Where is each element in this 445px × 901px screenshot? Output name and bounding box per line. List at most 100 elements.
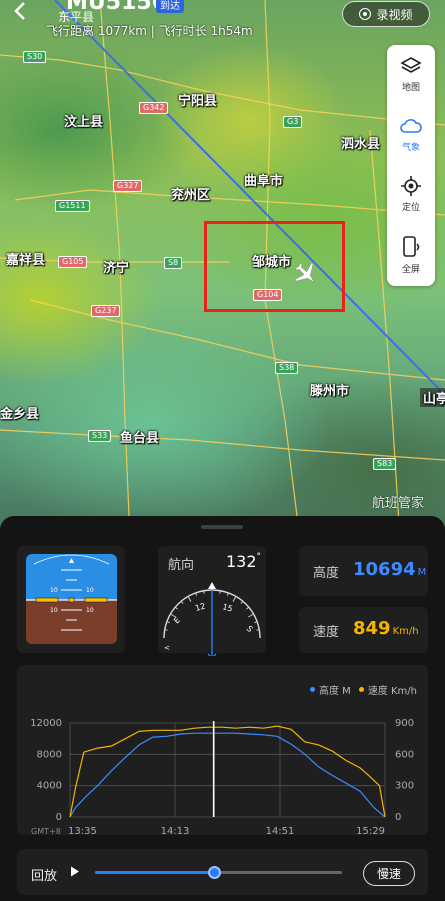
record-video-button[interactable]: 录视频 bbox=[342, 1, 430, 27]
legend-label: 速度 Km/h bbox=[367, 686, 417, 697]
road-badge: G3 bbox=[283, 116, 303, 128]
compass-dial: E 12 15 S < bbox=[163, 582, 261, 656]
road-badge: G342 bbox=[139, 102, 169, 114]
place-label: 邹城市 bbox=[252, 255, 292, 270]
svg-text:10: 10 bbox=[86, 587, 94, 594]
compass-tick bbox=[232, 596, 237, 602]
map-toolbar: 地图 气象 定位 全屏 bbox=[387, 45, 435, 286]
toolbar-item-label: 定位 bbox=[401, 203, 420, 213]
road-badge: S38 bbox=[275, 362, 299, 374]
toolbar-item-label: 气象 bbox=[401, 143, 420, 153]
y2-tick-label: 300 bbox=[395, 781, 414, 792]
x-tick-label: 14:13 bbox=[161, 826, 190, 836]
cloud-icon bbox=[400, 119, 422, 133]
compass-tick bbox=[164, 629, 168, 631]
compass-tick-label: S bbox=[245, 624, 255, 634]
road-badge: G327 bbox=[113, 180, 143, 192]
replay-slider[interactable] bbox=[95, 866, 342, 879]
drag-handle[interactable] bbox=[201, 525, 243, 529]
compass-mark: < bbox=[164, 644, 170, 652]
y2-tick-label: 600 bbox=[395, 749, 414, 760]
road-badge: G104 bbox=[253, 289, 283, 301]
road-badge: S33 bbox=[88, 430, 112, 442]
flight-info: 飞行距离 1077km | 飞行时长 1h54m bbox=[46, 24, 253, 38]
compass-tick bbox=[219, 590, 221, 594]
toolbar-item-locate[interactable]: 定位 bbox=[387, 165, 435, 225]
speed-unit: Km/h bbox=[392, 626, 419, 637]
speed-label: 速度 bbox=[313, 625, 340, 640]
compass-tick-label: 12 bbox=[194, 602, 206, 613]
compass-tick bbox=[240, 600, 244, 604]
road-badge: G237 bbox=[91, 305, 121, 317]
speed-button[interactable]: 慢速 bbox=[363, 861, 415, 886]
replay-slider-handle[interactable] bbox=[207, 866, 221, 879]
legend-item-speed: 速度 Km/h bbox=[358, 682, 417, 697]
fullscreen-icon bbox=[403, 236, 420, 257]
flight-data-panel: 10 10 10 10 航向 132° E 12 15 S < 高度 10694… bbox=[0, 516, 445, 901]
altitude-card: 高度 10694 M bbox=[299, 546, 428, 596]
toolbar-item-label: 全屏 bbox=[401, 265, 420, 275]
place-label: 金乡县 bbox=[0, 407, 40, 422]
compass-tick-label: E bbox=[172, 615, 182, 625]
altitude-label: 高度 bbox=[313, 566, 340, 581]
legend-swatch bbox=[310, 687, 315, 692]
altitude-speed-chart[interactable]: 12000 900 8000 600 4000 300 0 0 13:35 14:13 14:51 1… bbox=[0, 696, 445, 836]
toolbar-item-map[interactable]: 地图 bbox=[387, 45, 435, 105]
record-icon bbox=[359, 8, 372, 20]
road-badge: G1511 bbox=[55, 200, 90, 212]
compass-tick bbox=[203, 590, 205, 594]
compass-tick bbox=[254, 621, 258, 624]
altitude-unit: M bbox=[417, 567, 427, 578]
compass-tick bbox=[195, 592, 198, 596]
compass-tick bbox=[256, 629, 260, 631]
svg-text:10: 10 bbox=[50, 587, 58, 594]
speed-series-line bbox=[69, 725, 386, 818]
layers-icon bbox=[400, 57, 422, 73]
compass-tick bbox=[180, 600, 184, 604]
x-tick-label: 14:51 bbox=[266, 826, 295, 836]
heading-number: 132 bbox=[226, 552, 257, 571]
svg-text:10: 10 bbox=[50, 607, 58, 614]
road-badge: G105 bbox=[58, 256, 88, 268]
y-tick-label: 0 bbox=[56, 812, 62, 823]
altitude-number: 10694 bbox=[353, 559, 416, 580]
y2-tick-label: 0 bbox=[395, 812, 401, 823]
attitude-indicator: 10 10 10 10 bbox=[26, 554, 117, 644]
road-badge: S30 bbox=[23, 51, 47, 63]
status-badge: 到达 bbox=[156, 0, 184, 13]
compass-tick bbox=[174, 606, 178, 610]
toolbar-item-fullscreen[interactable]: 全屏 bbox=[387, 225, 435, 285]
legend-swatch bbox=[358, 687, 364, 692]
speed-value: 849 Km/h bbox=[353, 618, 419, 639]
legend-label: 高度 M bbox=[319, 686, 351, 697]
play-button[interactable] bbox=[70, 866, 80, 880]
svg-text:10: 10 bbox=[86, 607, 94, 614]
y-tick-label: 8000 bbox=[37, 749, 62, 760]
compass-tick-label: 15 bbox=[221, 602, 233, 613]
compass-tick bbox=[226, 592, 229, 596]
place-label: 鱼台县 bbox=[120, 431, 160, 446]
chevron-left-icon bbox=[14, 2, 25, 20]
toolbar-item-label: 地图 bbox=[401, 83, 420, 93]
road-badge: S8 bbox=[164, 257, 183, 269]
play-icon bbox=[71, 866, 79, 877]
replay-label: 回放 bbox=[31, 869, 58, 884]
back-button[interactable] bbox=[8, 0, 32, 26]
place-label: 滕州市 bbox=[310, 384, 350, 399]
locate-icon bbox=[401, 176, 421, 196]
altitude-series-line bbox=[69, 732, 386, 818]
heading-card: 航向 132° E 12 15 S < bbox=[158, 546, 266, 656]
toolbar-item-weather[interactable]: 气象 bbox=[387, 105, 435, 165]
y-tick-label: 12000 bbox=[30, 718, 62, 729]
replay-progress bbox=[95, 871, 214, 874]
x-tick-label: 15:29 bbox=[356, 826, 385, 836]
chart-legend: 高度 M 速度 Km/h bbox=[310, 682, 417, 697]
speed-number: 849 bbox=[353, 618, 391, 639]
heading-unit: ° bbox=[256, 552, 262, 562]
record-video-label: 录视频 bbox=[376, 7, 413, 22]
x-axis-prefix: GMT+8 bbox=[31, 827, 61, 836]
flight-map[interactable]: 宁阳县 汶上县 泗水县 曲阜市 兖州区 嘉祥县 济宁 邹城市 滕州市 金乡县 鱼… bbox=[0, 0, 445, 540]
place-label: 汶上县 bbox=[64, 115, 104, 130]
x-tick-label: 13:35 bbox=[68, 826, 97, 836]
heading-label: 航向 bbox=[168, 558, 195, 573]
